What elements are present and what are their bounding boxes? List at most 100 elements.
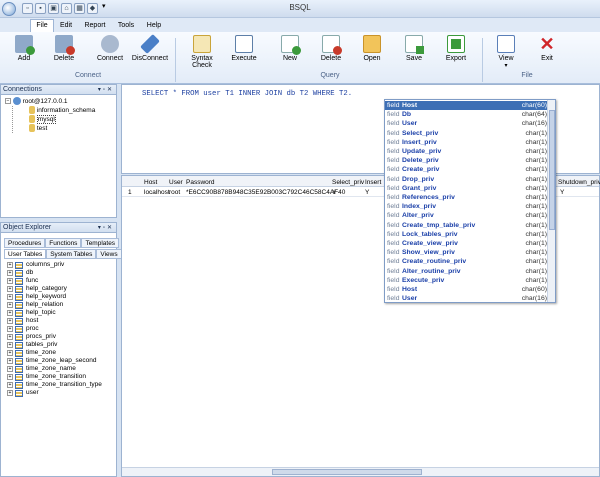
autocomplete-item[interactable]: field Show_view_priv char(1) bbox=[385, 248, 549, 257]
expand-icon[interactable]: + bbox=[7, 366, 13, 372]
execute-button[interactable]: Execute bbox=[224, 34, 264, 72]
expand-icon[interactable]: + bbox=[7, 302, 13, 308]
menu-file[interactable]: File bbox=[30, 19, 54, 32]
list-item[interactable]: + help_relation bbox=[1, 301, 116, 309]
expand-icon[interactable]: + bbox=[7, 262, 13, 268]
column-header-select-priv[interactable]: Select_priv bbox=[332, 178, 364, 187]
autocomplete-item[interactable]: field Alter_priv char(1) bbox=[385, 211, 549, 220]
autocomplete-item[interactable]: field Create_tmp_table_priv char(1) bbox=[385, 221, 549, 230]
list-item[interactable]: + procs_priv bbox=[1, 333, 116, 341]
expand-icon[interactable]: + bbox=[7, 318, 13, 324]
tab-system-tables[interactable]: System Tables bbox=[46, 249, 97, 259]
syntax-check-button[interactable]: Syntax Check bbox=[182, 34, 222, 72]
panel-pin-close-icon[interactable]: ▾▫✕ bbox=[98, 85, 114, 95]
list-item[interactable]: + time_zone_transition_type bbox=[1, 381, 116, 389]
list-item[interactable]: + time_zone_transition bbox=[1, 373, 116, 381]
autocomplete-item[interactable]: field Lock_tables_priv char(1) bbox=[385, 230, 549, 239]
autocomplete-scrollbar[interactable] bbox=[547, 100, 555, 302]
database-node[interactable]: mysql bbox=[29, 115, 116, 124]
delete-connection-button[interactable]: Delete bbox=[44, 34, 84, 72]
cell-insert-priv[interactable]: Y bbox=[365, 188, 369, 197]
expand-icon[interactable]: + bbox=[7, 374, 13, 380]
delete-query-button[interactable]: Delete bbox=[311, 34, 351, 72]
cell-user[interactable]: root bbox=[169, 188, 180, 197]
autocomplete-item[interactable]: field Drop_priv char(1) bbox=[385, 175, 549, 184]
add-button[interactable]: Add bbox=[4, 34, 44, 72]
autocomplete-item[interactable]: field Create_routine_priv char(1) bbox=[385, 257, 549, 266]
tab-procedures[interactable]: Procedures bbox=[4, 238, 46, 248]
tab-templates[interactable]: Templates bbox=[81, 238, 120, 248]
expand-icon[interactable]: + bbox=[7, 334, 13, 340]
column-header-password[interactable]: Password bbox=[186, 178, 215, 187]
list-item[interactable]: + time_zone bbox=[1, 349, 116, 357]
list-item[interactable]: + columns_priv bbox=[1, 261, 116, 269]
list-item[interactable]: + db bbox=[1, 269, 116, 277]
list-item[interactable]: + user bbox=[1, 389, 116, 397]
autocomplete-item[interactable]: field Db char(64) bbox=[385, 110, 549, 119]
new-query-button[interactable]: New bbox=[270, 34, 310, 72]
panel-pin-close-icon[interactable]: ▾▫✕ bbox=[98, 223, 114, 233]
expand-icon[interactable]: + bbox=[7, 278, 13, 284]
expand-icon[interactable]: + bbox=[7, 358, 13, 364]
horizontal-scrollbar[interactable] bbox=[122, 467, 599, 476]
column-header-shutdown-priv[interactable]: Shutdown_priv bbox=[558, 178, 600, 187]
expand-icon[interactable]: + bbox=[7, 390, 13, 396]
list-item[interactable]: + time_zone_name bbox=[1, 365, 116, 373]
autocomplete-item[interactable]: field Index_priv char(1) bbox=[385, 202, 549, 211]
export-button[interactable]: Export bbox=[436, 34, 476, 72]
server-node[interactable]: − root@127.0.0.1 bbox=[5, 97, 116, 106]
list-item[interactable]: + time_zone_leap_second bbox=[1, 357, 116, 365]
expand-icon[interactable]: + bbox=[7, 350, 13, 356]
autocomplete-scroll-thumb[interactable] bbox=[549, 110, 555, 230]
collapse-icon[interactable]: − bbox=[5, 98, 11, 105]
column-header-insert-priv[interactable]: Insert bbox=[365, 178, 381, 187]
autocomplete-item[interactable]: field Create_priv char(1) bbox=[385, 165, 549, 174]
autocomplete-item[interactable]: field Update_priv char(1) bbox=[385, 147, 549, 156]
database-node[interactable]: test bbox=[29, 124, 116, 133]
autocomplete-item[interactable]: field References_priv char(1) bbox=[385, 193, 549, 202]
tab-user-tables[interactable]: User Tables bbox=[4, 249, 47, 259]
autocomplete-item[interactable]: field Grant_priv char(1) bbox=[385, 184, 549, 193]
expand-icon[interactable]: + bbox=[7, 294, 13, 300]
expand-icon[interactable]: + bbox=[7, 286, 13, 292]
column-header-host[interactable]: Host bbox=[144, 178, 157, 187]
view-button[interactable]: View ▾ bbox=[486, 34, 526, 72]
list-item[interactable]: + host bbox=[1, 317, 116, 325]
expand-icon[interactable]: + bbox=[7, 270, 13, 276]
expand-icon[interactable]: + bbox=[7, 342, 13, 348]
cell-shutdown-priv[interactable]: Y bbox=[560, 188, 564, 197]
cell-password[interactable]: *E6CC90B878B948C35E92B003C792C46C58C4AF4… bbox=[186, 188, 345, 197]
autocomplete-item[interactable]: field Host char(60) bbox=[385, 101, 549, 110]
autocomplete-item[interactable]: field User char(16) bbox=[385, 119, 549, 128]
cell-select-priv[interactable]: Y bbox=[332, 188, 336, 197]
save-button[interactable]: Save bbox=[394, 34, 434, 72]
tab-functions[interactable]: Functions bbox=[45, 238, 82, 248]
menu-report[interactable]: Report bbox=[80, 19, 110, 32]
autocomplete-item[interactable]: field Select_priv char(1) bbox=[385, 129, 549, 138]
list-item[interactable]: + help_topic bbox=[1, 309, 116, 317]
list-item[interactable]: + tables_priv bbox=[1, 341, 116, 349]
menu-help[interactable]: Help bbox=[143, 19, 165, 32]
database-node[interactable]: information_schema bbox=[29, 106, 116, 115]
expand-icon[interactable]: + bbox=[7, 326, 13, 332]
expand-icon[interactable]: + bbox=[7, 310, 13, 316]
autocomplete-item[interactable]: field Create_view_priv char(1) bbox=[385, 239, 549, 248]
sql-text[interactable]: SELECT * FROM user T1 INNER JOIN db T2 W… bbox=[142, 90, 352, 98]
open-button[interactable]: Open bbox=[352, 34, 392, 72]
list-item[interactable]: + help_keyword bbox=[1, 293, 116, 301]
column-header-user[interactable]: User bbox=[169, 178, 183, 187]
autocomplete-item[interactable]: field User char(16) bbox=[385, 294, 549, 302]
autocomplete-item[interactable]: field Host char(60) bbox=[385, 285, 549, 294]
menu-tools[interactable]: Tools bbox=[113, 19, 139, 32]
disconnect-button[interactable]: DisConnect bbox=[130, 34, 170, 72]
scrollbar-thumb[interactable] bbox=[272, 469, 422, 475]
expand-icon[interactable]: + bbox=[7, 382, 13, 388]
autocomplete-item[interactable]: field Alter_routine_priv char(1) bbox=[385, 267, 549, 276]
tab-views[interactable]: Views bbox=[96, 249, 122, 259]
list-item[interactable]: + help_category bbox=[1, 285, 116, 293]
menu-edit[interactable]: Edit bbox=[56, 19, 76, 32]
list-item[interactable]: + func bbox=[1, 277, 116, 285]
autocomplete-item[interactable]: field Execute_priv char(1) bbox=[385, 276, 549, 285]
connect-button[interactable]: Connect bbox=[90, 34, 130, 72]
autocomplete-item[interactable]: field Delete_priv char(1) bbox=[385, 156, 549, 165]
